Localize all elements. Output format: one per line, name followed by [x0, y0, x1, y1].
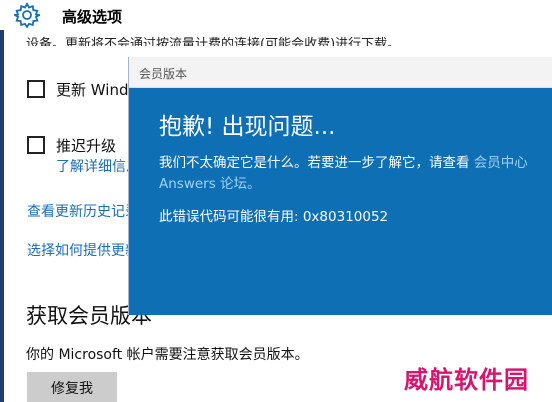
page-header: 高级选项: [0, 0, 552, 30]
dialog-message: 我们不太确定它是什么。若要进一步了解它，请查看 会员中心 Answers 论坛。: [159, 153, 552, 195]
defer-upgrade-label: 推迟升级: [56, 137, 117, 155]
answers-forum-link[interactable]: Answers 论坛。: [159, 176, 261, 192]
insider-section-desc: 你的 Microsoft 帐户需要注意获取会员版本。: [26, 347, 309, 363]
watermark-logo: 威航软件园: [404, 365, 529, 394]
dialog-heading: 抱歉! 出现问题...: [159, 114, 336, 140]
page-title: 高级选项: [62, 8, 123, 26]
gear-icon[interactable]: [14, 2, 40, 28]
fix-me-button[interactable]: 修复我: [27, 372, 117, 402]
view-update-history-link[interactable]: 查看更新历史记录: [27, 201, 139, 221]
error-dialog: 会员版本 抱歉! 出现问题... 我们不太确定它是什么。若要进一步了解它，请查看…: [129, 57, 552, 315]
metered-connection-text: 设备。更新将不会通过按流量计费的连接(可能会收费)进行下载。: [26, 37, 401, 46]
error-code-text: 此错误代码可能很有用: 0x80310052: [159, 209, 389, 225]
choose-delivery-link[interactable]: 选择如何提供更新: [27, 240, 139, 260]
defer-upgrade-checkbox[interactable]: [27, 136, 45, 154]
dialog-message-line1: 我们不太确定它是什么。若要进一步了解它，请查看: [159, 155, 470, 171]
learn-more-link[interactable]: 了解详细信息: [56, 156, 140, 176]
insider-hub-link[interactable]: 会员中心: [474, 155, 528, 171]
window-edge: [0, 30, 4, 402]
dialog-titlebar[interactable]: 会员版本: [129, 57, 552, 88]
update-windows-checkbox[interactable]: [27, 80, 45, 98]
dialog-title: 会员版本: [139, 67, 188, 81]
